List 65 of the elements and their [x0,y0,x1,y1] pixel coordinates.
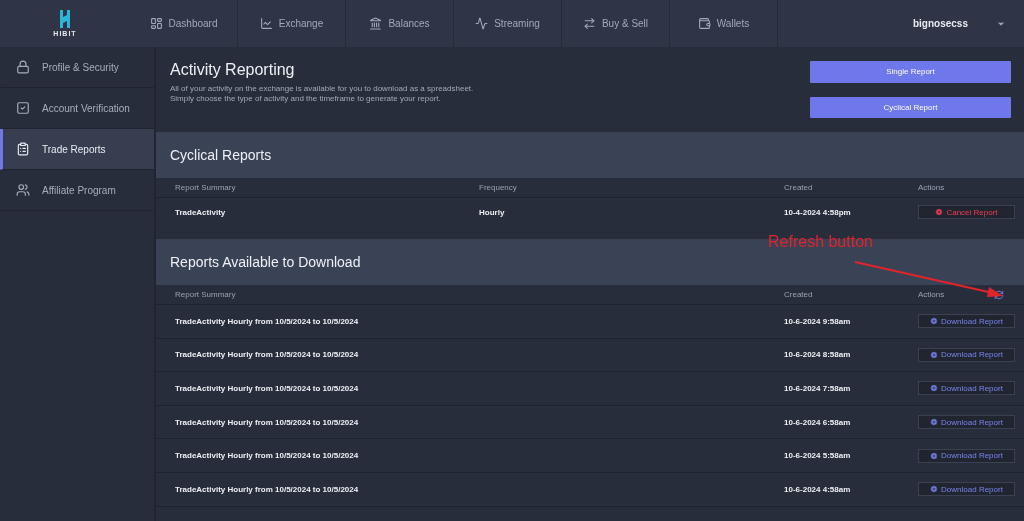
users-icon [16,183,30,197]
table-cell-text: TradeActivity [175,207,227,217]
table-cell-text: 10-4-2024 4:58pm [784,207,852,217]
download-report-button[interactable]: Download Report [918,415,1015,430]
table-cell-text: 10-6-2024 6:58am [784,417,852,427]
table-cell-text: Hourly [479,207,506,217]
column-header: Actions [918,183,945,192]
report-button[interactable]: Single Report [810,61,1011,83]
download-report-button[interactable]: Download Report [918,314,1015,329]
download-icon [930,418,939,427]
user-name[interactable]: bignosecss [912,18,968,29]
logo-icon [59,10,71,28]
table-cell-text: 10-6-2024 9:58am [784,316,852,326]
column-header: Actions [918,290,945,299]
chart-icon [259,17,273,30]
download-report-button[interactable]: Download Report [918,482,1015,497]
lock-icon [16,60,30,74]
download-report-button[interactable]: Download Report [918,381,1015,396]
table-cell-text: TradeActivity Hourly from 10/5/2024 to 10/5/2024 [175,384,360,393]
refresh-icon[interactable] [994,290,1004,300]
download-report-button[interactable]: Download Report [918,347,1015,362]
column-header: Frequency [479,183,517,192]
nav-item[interactable]: Balances [346,0,454,47]
page-title: Activity Reporting [170,61,296,79]
table-cell-text: TradeActivity Hourly from 10/5/2024 to 10/5/2024 [175,484,360,494]
download-icon [930,317,939,326]
sidebar-item[interactable]: Trade Reports [0,129,154,170]
cancel-icon [935,208,944,216]
column-header: Created [784,290,813,299]
download-icon [930,350,939,359]
annotation-text: Refresh button [768,233,873,251]
wallet-icon [697,17,711,30]
description-text: All of your activity on the exchange is available for you to download as a spreadsheet. [170,84,474,94]
nav-item[interactable]: Wallets [670,0,778,47]
column-header: Report Summary [175,290,236,299]
dashboard-icon [149,17,163,30]
cancel-report-button[interactable]: Cancel Report [918,205,1015,219]
pulse-icon [475,17,489,30]
swap-arrows-icon [582,17,596,30]
download-icon [930,451,939,460]
table-cell-text: 10-6-2024 7:58am [784,384,852,393]
table-cell-text: TradeActivity Hourly from 10/5/2024 to 10/5/2024 [175,451,360,461]
download-report-button[interactable]: Download Report [918,448,1015,463]
table-cell-text: TradeActivity Hourly from 10/5/2024 to 10/5/2024 [175,316,360,326]
table-cell-text: 10-6-2024 8:58am [784,350,852,360]
column-header: Report Summary [175,183,236,192]
bank-icon [369,17,383,30]
section-title: Reports Available to Download [170,254,361,270]
table-cell-text: TradeActivity Hourly from 10/5/2024 to 10/5/2024 [175,350,360,360]
sidebar-item[interactable]: Profile & Security [0,47,154,88]
table-cell-text: TradeActivity Hourly from 10/5/2024 to 10/5/2024 [175,417,360,427]
clipboard-icon [16,142,30,156]
section-title: Cyclical Reports [170,147,272,163]
checkbox-icon [16,101,30,115]
download-icon [930,384,939,393]
table-cell-text: 10-6-2024 5:58am [784,451,852,461]
nav-item[interactable]: Exchange [238,0,346,47]
report-button[interactable]: Cyclical Report [810,96,1011,118]
description-text: Simply choose the type of activity and the timeframe to generate your report. [170,94,442,104]
nav-item[interactable]: Buy & Sell [562,0,670,47]
download-icon [930,485,939,494]
nav-item[interactable]: Streaming [454,0,562,47]
table-cell-text: 10-6-2024 4:58am [784,484,852,494]
sidebar-item[interactable]: Affiliate Program [0,170,154,211]
column-header: Created [784,183,813,192]
